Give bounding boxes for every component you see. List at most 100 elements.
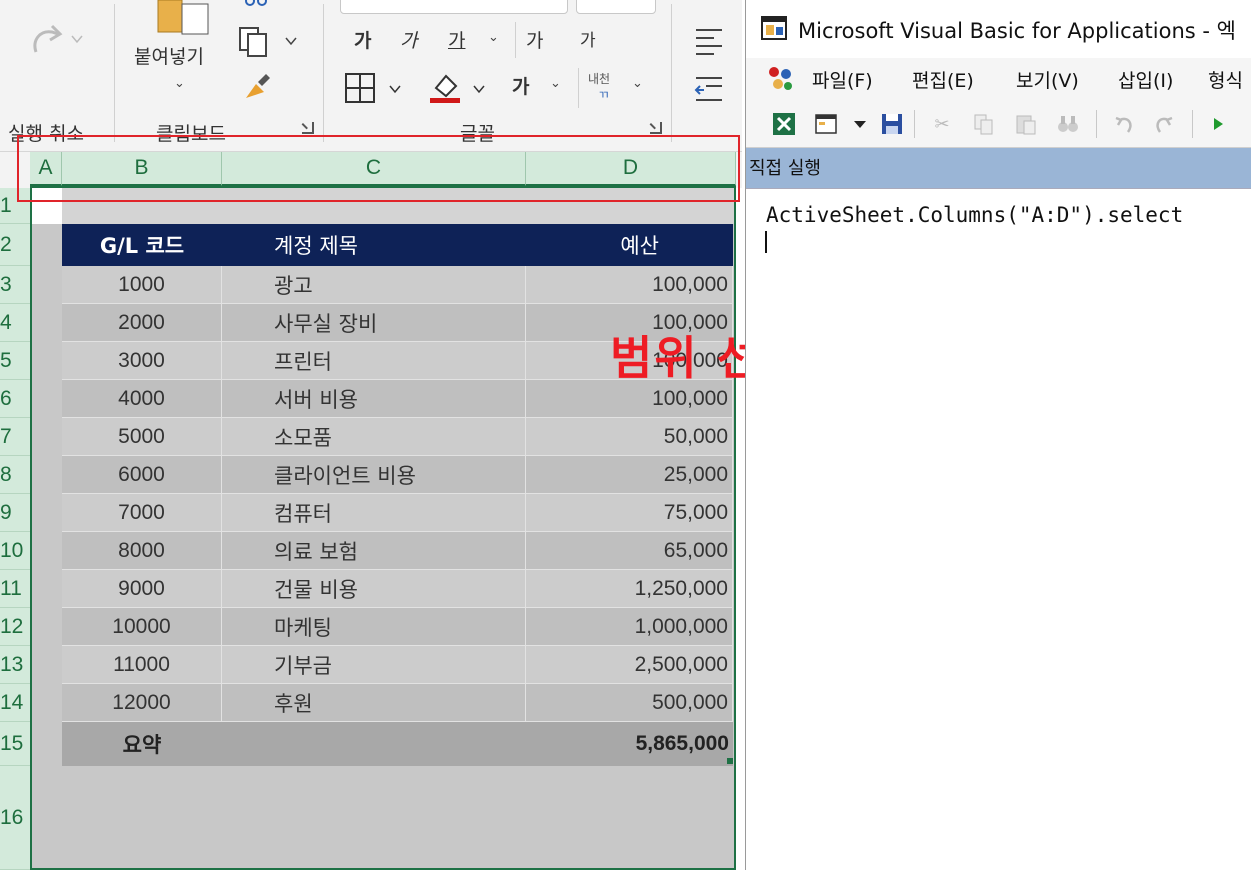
row-header[interactable]: 4 [0,304,30,342]
cell-title[interactable]: 기부금 [222,646,526,684]
cell-code[interactable]: 2000 [62,304,222,342]
cell-budget[interactable]: 1,250,000 [526,570,733,608]
cell-code[interactable]: 5000 [62,418,222,456]
chevron-down-icon[interactable]: ⌄ [550,76,561,91]
row-header[interactable]: 14 [0,684,30,722]
cell-budget[interactable]: 75,000 [526,494,733,532]
summary-empty-cell[interactable] [222,722,526,766]
cell-budget[interactable]: 2,500,000 [526,646,733,684]
font-name-combo[interactable] [340,0,568,14]
paste-icon [157,0,209,35]
header-title[interactable]: 계정 제목 [222,224,526,266]
italic-button[interactable]: 가 [400,26,417,53]
cell-code[interactable]: 12000 [62,684,222,722]
immediate-window[interactable]: ActiveSheet.Columns("A:D").select [746,188,1251,870]
cell-code[interactable]: 3000 [62,342,222,380]
cell-title[interactable]: 사무실 장비 [222,304,526,342]
cell-code[interactable]: 10000 [62,608,222,646]
chevron-down-icon[interactable]: ⌄ [488,30,499,45]
cell-code[interactable]: 6000 [62,456,222,494]
redo-button-vba[interactable] [1152,112,1176,136]
cut-button[interactable]: ✂ [930,112,954,136]
cell-title[interactable]: 클라이언트 비용 [222,456,526,494]
insert-userform-button[interactable] [814,112,838,136]
cell-title[interactable]: 후원 [222,684,526,722]
row-header[interactable]: 5 [0,342,30,380]
cell-code[interactable]: 11000 [62,646,222,684]
cell-code[interactable]: 7000 [62,494,222,532]
summary-total[interactable]: 5,865,000 [526,722,733,766]
immediate-window-title-bar[interactable]: 직접 실행 [746,148,1251,188]
code-line[interactable]: ActiveSheet.Columns("A:D").select [766,203,1183,227]
paste-button[interactable]: 붙여넣기 ⌄ [126,0,226,100]
cell-budget[interactable]: 25,000 [526,456,733,494]
font-color-button[interactable]: 가 [512,72,529,99]
row-header[interactable]: 10 [0,532,30,570]
cell-code[interactable]: 9000 [62,570,222,608]
paste-button-vba[interactable] [1014,112,1038,136]
row-header[interactable]: 11 [0,570,30,608]
header-budget[interactable]: 예산 [526,224,733,266]
copy-button[interactable] [238,26,302,58]
row-header[interactable]: 3 [0,266,30,304]
row-header[interactable]: 9 [0,494,30,532]
row-header[interactable]: 13 [0,646,30,684]
menu-view[interactable]: 보기(V) [1016,66,1079,93]
cell-title[interactable]: 서버 비용 [222,380,526,418]
shrink-font-button[interactable]: 가 [580,26,596,51]
row-header[interactable]: 7 [0,418,30,456]
menu-format[interactable]: 형식 [1208,66,1243,93]
row-header[interactable]: 2 [0,224,30,266]
fill-handle[interactable] [727,758,733,764]
cell-code[interactable]: 4000 [62,380,222,418]
cell-code[interactable]: 1000 [62,266,222,304]
format-painter-button[interactable] [240,70,274,104]
cell-budget[interactable]: 1,000,000 [526,608,733,646]
align-button[interactable] [694,26,726,56]
font-size-combo[interactable] [576,0,656,14]
cell-title[interactable]: 소모품 [222,418,526,456]
cell-title[interactable]: 프린터 [222,342,526,380]
undo-button-vba[interactable] [1112,112,1136,136]
font-launcher-icon[interactable] [650,122,662,134]
cut-icon[interactable] [244,0,268,6]
bold-button[interactable]: 가 [354,26,371,53]
menu-edit[interactable]: 편집(E) [912,66,974,93]
table-row: 9000 건물 비용 1,250,000 [62,570,733,608]
cell-code[interactable]: 8000 [62,532,222,570]
header-code[interactable]: G/L 코드 [62,224,222,266]
cell-title[interactable]: 건물 비용 [222,570,526,608]
row-header[interactable]: 15 [0,722,30,766]
cell-budget[interactable]: 500,000 [526,684,733,722]
run-button[interactable] [1206,112,1230,136]
table-row: 11000 기부금 2,500,000 [62,646,733,684]
find-button[interactable] [1056,112,1080,136]
cell-title[interactable]: 마케팅 [222,608,526,646]
indent-button[interactable] [694,74,726,104]
row-header[interactable]: 8 [0,456,30,494]
clipboard-launcher-icon[interactable] [302,122,314,134]
menu-file[interactable]: 파일(F) [812,66,873,93]
insert-dropdown-button[interactable] [848,112,872,136]
row-header[interactable]: 12 [0,608,30,646]
row-header[interactable]: 6 [0,380,30,418]
menu-insert[interactable]: 삽입(I) [1118,66,1173,93]
cell-budget[interactable]: 65,000 [526,532,733,570]
summary-label[interactable]: 요약 [62,722,222,766]
chevron-down-icon[interactable]: ⌄ [632,76,643,91]
copy-button-vba[interactable] [972,112,996,136]
cell-title[interactable]: 의료 보험 [222,532,526,570]
save-button[interactable] [880,112,904,136]
borders-button[interactable] [344,72,408,106]
cell-title[interactable]: 광고 [222,266,526,304]
fill-color-button[interactable] [428,70,492,106]
cell-budget[interactable]: 100,000 [526,266,733,304]
grow-font-button[interactable]: 가 [526,26,543,53]
redo-button[interactable] [28,22,84,58]
view-excel-button[interactable] [772,112,796,136]
cell-title[interactable]: 컴퓨터 [222,494,526,532]
cell-budget[interactable]: 50,000 [526,418,733,456]
row-header[interactable]: 16 [0,766,30,870]
underline-button[interactable]: 가 [448,26,465,53]
phonetic-button[interactable]: 내천 [588,70,610,87]
